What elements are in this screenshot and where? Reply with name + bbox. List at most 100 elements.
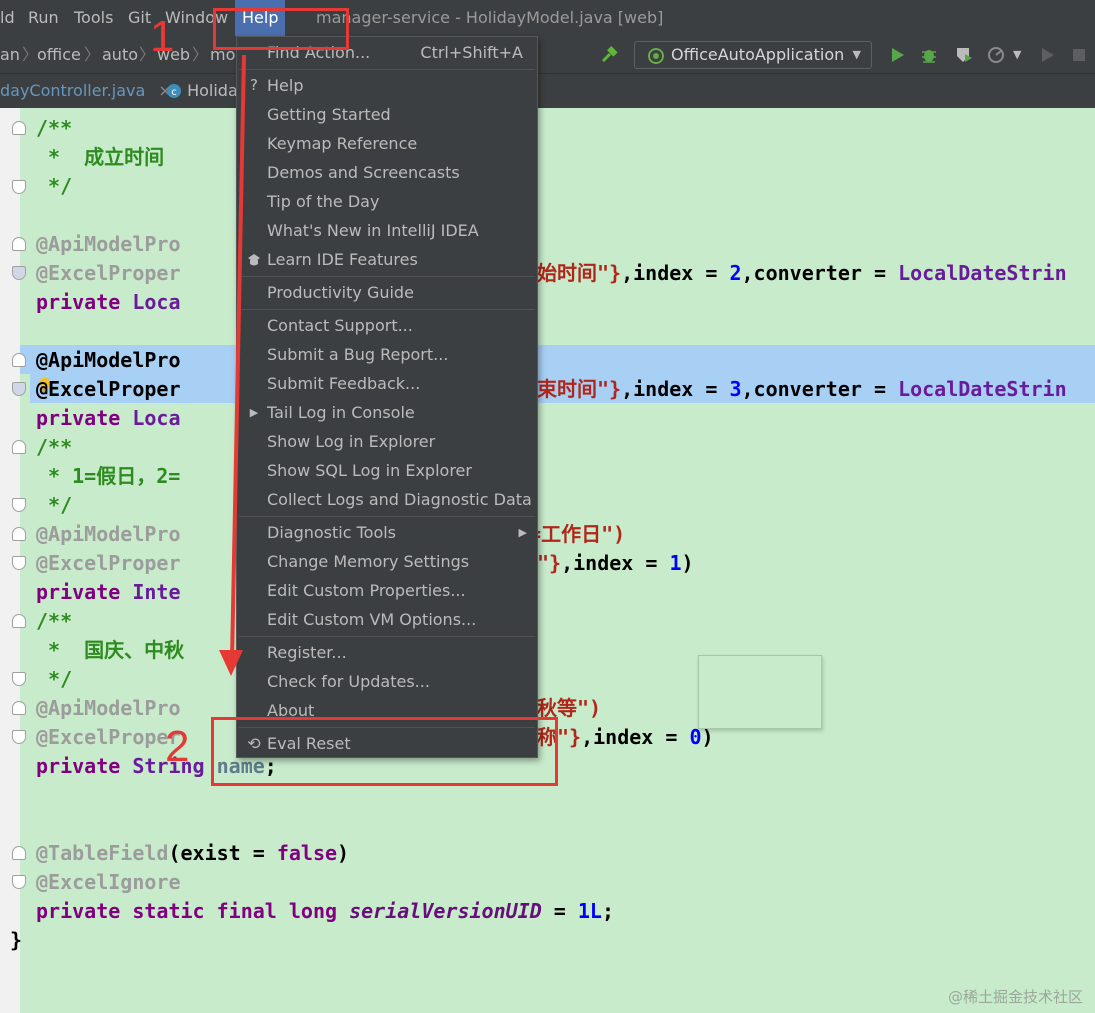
code-line: private Inte <box>36 578 181 607</box>
code-line: /** <box>36 433 72 462</box>
fold-marker-icon[interactable] <box>12 121 26 135</box>
code-line: @ExcelProper <box>36 549 181 578</box>
code-token: @TableField <box>36 841 169 865</box>
fold-marker-icon[interactable] <box>12 875 26 889</box>
breadcrumb-item[interactable]: office <box>37 36 81 74</box>
fold-marker-icon[interactable] <box>12 237 26 251</box>
menu-item-edit-vm-options[interactable]: Edit Custom VM Options... <box>237 605 537 634</box>
code-token: ,converter = <box>741 377 899 401</box>
code-token: 3 <box>729 377 742 401</box>
breadcrumb-separator-icon: 〉 <box>22 45 39 64</box>
fold-marker-icon[interactable] <box>12 556 26 570</box>
code-line: private static final long serialVersionU… <box>36 897 614 926</box>
menu-item-submit-bug[interactable]: Submit a Bug Report... <box>237 340 537 369</box>
coverage-icon[interactable] <box>955 46 973 64</box>
code-token: } <box>10 928 23 952</box>
code-line: private Loca <box>36 288 181 317</box>
run-icon[interactable] <box>888 46 906 64</box>
code-line: */ <box>36 665 72 694</box>
menu-item-productivity[interactable]: Productivity Guide <box>237 278 537 307</box>
menu-item-label: Submit a Bug Report... <box>267 345 449 364</box>
menu-item-demos[interactable]: Demos and Screencasts <box>237 158 537 187</box>
tab-label: dayController.java <box>0 81 146 100</box>
editor-tab-bar: dayController.java × c Holida <box>0 74 1095 108</box>
menu-item-contact-support[interactable]: Contact Support... <box>237 311 537 340</box>
fold-marker-icon[interactable] <box>12 730 26 744</box>
code-token: 1 <box>669 551 682 575</box>
hammer-icon[interactable] <box>600 46 618 64</box>
code-token: * 1=假日，2= <box>36 464 181 488</box>
fold-marker-icon[interactable] <box>12 498 26 512</box>
code-line: } <box>10 926 22 955</box>
code-line: * 国庆、中秋 <box>36 636 184 665</box>
watermark: @稀土掘金技术社区 <box>947 988 1083 1006</box>
menu-item-tail-log[interactable]: ▶ Tail Log in Console <box>237 398 537 427</box>
profile-icon[interactable] <box>987 46 1005 64</box>
menu-item-label: Keymap Reference <box>267 134 418 153</box>
menu-item-label: Demos and Screencasts <box>267 163 460 182</box>
menu-item-register[interactable]: Register... <box>237 638 537 667</box>
menu-item-check-updates[interactable]: Check for Updates... <box>237 667 537 696</box>
menu-item-label: Productivity Guide <box>267 283 414 302</box>
menu-item-getting-started[interactable]: Getting Started <box>237 100 537 129</box>
menu-item-label: Diagnostic Tools <box>267 523 397 542</box>
code-line: 始时间"},index = 2,converter = LocalDateStr… <box>537 259 1067 288</box>
code-token: 1L <box>577 899 602 923</box>
menu-build[interactable]: ld <box>0 0 15 36</box>
menu-item-show-log[interactable]: Show Log in Explorer <box>237 427 537 456</box>
menu-item-help[interactable]: ? Help <box>237 71 537 100</box>
tab-holiday-controller[interactable]: dayController.java × <box>0 74 172 108</box>
menu-run[interactable]: Run <box>28 0 59 36</box>
fold-marker-icon[interactable] <box>12 672 26 686</box>
svg-text:c: c <box>171 87 177 98</box>
fold-marker-icon[interactable] <box>12 614 26 628</box>
menu-item-edit-properties[interactable]: Edit Custom Properties... <box>237 576 537 605</box>
breadcrumb-separator-icon: 〉 <box>84 45 101 64</box>
breadcrumb-item[interactable]: auto <box>102 36 138 74</box>
fold-marker-icon[interactable] <box>12 527 26 541</box>
fold-marker-icon[interactable] <box>12 382 26 396</box>
submenu-arrow-icon: ▶ <box>518 526 527 539</box>
code-line: 型"},index = 1) <box>517 549 694 578</box>
breadcrumb-item[interactable]: an <box>0 36 20 74</box>
breadcrumb-separator-icon: 〉 <box>192 45 209 64</box>
annotation-box-eval-reset <box>211 717 558 786</box>
menu-item-change-memory[interactable]: Change Memory Settings <box>237 547 537 576</box>
code-token: ) <box>681 551 694 575</box>
question-icon: ? <box>250 76 258 94</box>
tab-holiday-model[interactable]: c Holida <box>166 74 238 108</box>
menu-item-collect-logs[interactable]: Collect Logs and Diagnostic Data <box>237 485 537 514</box>
debug-icon[interactable] <box>920 46 938 64</box>
menu-item-diagnostic-tools[interactable]: Diagnostic Tools ▶ <box>237 518 537 547</box>
code-token: /** <box>36 435 73 459</box>
run-configuration-select[interactable]: OfficeAutoApplication ▼ <box>634 41 872 69</box>
code-token: ,index = <box>581 725 690 749</box>
menu-item-keymap-reference[interactable]: Keymap Reference <box>237 129 537 158</box>
run-disabled-icon <box>1042 48 1054 62</box>
menu-item-label: What's New in IntelliJ IDEA <box>267 221 479 240</box>
code-line: */ <box>36 172 72 201</box>
code-token: */ <box>36 667 73 691</box>
fold-marker-icon[interactable] <box>12 701 26 715</box>
fold-marker-icon[interactable] <box>12 266 26 280</box>
menu-separator <box>239 516 535 517</box>
tooltip-popup <box>698 655 822 729</box>
fold-marker-icon[interactable] <box>12 440 26 454</box>
menu-item-whats-new[interactable]: What's New in IntelliJ IDEA <box>237 216 537 245</box>
code-token: * 国庆、中秋 <box>36 638 185 662</box>
fold-marker-icon[interactable] <box>12 846 26 860</box>
code-token: @ApiModelPro <box>36 348 181 372</box>
menu-item-tip-of-day[interactable]: Tip of the Day <box>237 187 537 216</box>
menu-git[interactable]: Git <box>128 0 151 36</box>
menu-tools[interactable]: Tools <box>74 0 113 36</box>
menu-item-submit-feedback[interactable]: Submit Feedback... <box>237 369 537 398</box>
code-token: */ <box>36 174 73 198</box>
code-line: */ <box>36 491 72 520</box>
fold-marker-icon[interactable] <box>12 180 26 194</box>
fold-marker-icon[interactable] <box>12 353 26 367</box>
menu-item-show-sql-log[interactable]: Show SQL Log in Explorer <box>237 456 537 485</box>
chevron-down-icon[interactable]: ▼ <box>1013 36 1021 74</box>
code-line: @ExcelProper <box>36 375 181 404</box>
menu-item-learn-ide[interactable]: Learn IDE Features <box>237 245 537 274</box>
code-line: /** <box>36 607 72 636</box>
